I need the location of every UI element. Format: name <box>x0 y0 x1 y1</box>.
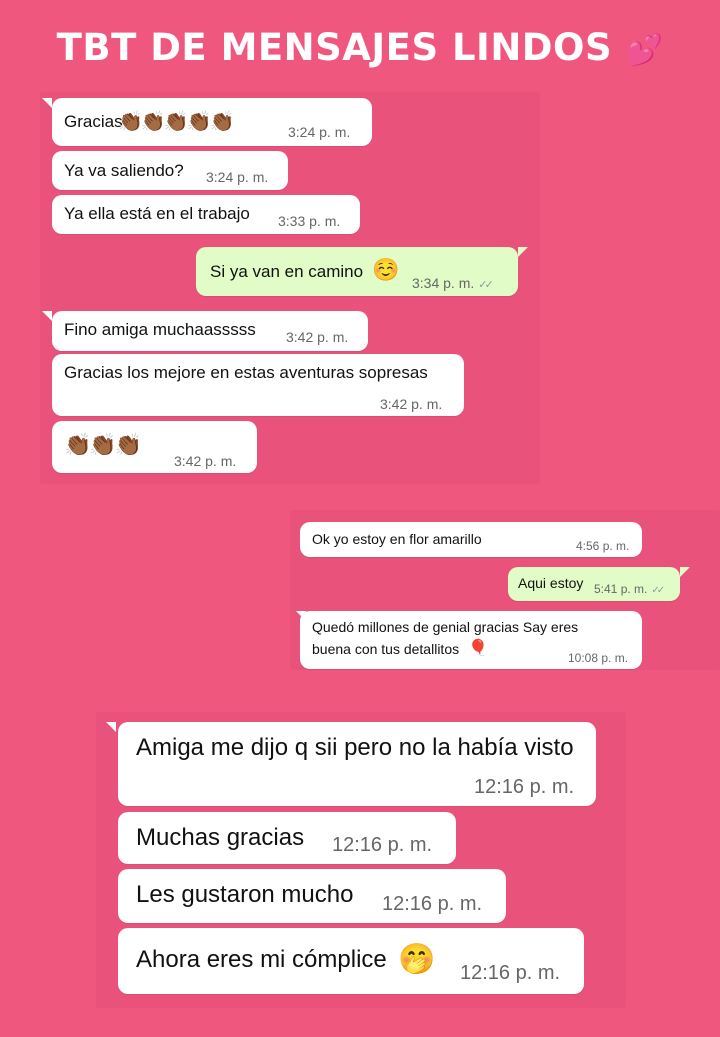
message-time: 3:34 p. m. ✓✓ <box>412 275 494 291</box>
message-time: 12:16 p. m. <box>474 776 575 798</box>
message-time: 4:56 p. m. <box>576 539 630 553</box>
message-bubble[interactable]: Aqui estoy 5:41 p. m. ✓✓ <box>508 567 680 601</box>
balloon-icon: 🎈 <box>468 638 488 657</box>
bubble-tail <box>518 247 528 257</box>
message-time-text: 3:34 p. m. <box>412 275 475 291</box>
message-time: 3:42 p. m. <box>380 396 443 412</box>
message-time: 12:16 p. m. <box>382 893 483 915</box>
message-time: 12:16 p. m. <box>332 834 433 856</box>
message-text: Ahora eres mi cómplice <box>136 946 387 973</box>
message-text: Ok yo estoy en flor amarillo <box>312 531 482 547</box>
message-text: Amiga me dijo q sii pero no la había vis… <box>136 734 574 761</box>
message-time: 12:16 p. m. <box>460 962 561 984</box>
message-time: 3:33 p. m. <box>278 213 341 229</box>
message-time: 3:42 p. m. <box>174 453 237 469</box>
clapping-hands-icon: 👏🏾👏🏾👏🏾 <box>64 433 142 458</box>
message-text-line1: Quedó millones de genial gracias Say ere… <box>312 619 579 635</box>
message-bubble[interactable]: Quedó millones de genial gracias Say ere… <box>300 611 642 669</box>
message-bubble[interactable]: Les gustaron mucho 12:16 p. m. <box>118 869 506 923</box>
message-text: Les gustaron mucho <box>136 881 354 908</box>
message-bubble[interactable]: Muchas gracias 12:16 p. m. <box>118 812 456 864</box>
message-bubble[interactable]: Ok yo estoy en flor amarillo 4:56 p. m. <box>300 522 642 557</box>
message-text-line2: buena con tus detallitos <box>312 641 460 657</box>
bubble-tail <box>42 98 52 108</box>
message-time: 3:24 p. m. <box>288 124 351 140</box>
message-bubble[interactable]: Ya va saliendo? 3:24 p. m. <box>52 151 288 190</box>
message-text: Si ya van en camino <box>210 262 364 281</box>
message-time: 3:24 p. m. <box>206 169 269 185</box>
message-bubble[interactable]: 👏🏾👏🏾👏🏾 3:42 p. m. <box>52 421 257 473</box>
double-check-icon: ✓✓ <box>478 279 494 291</box>
message-text: Ya ella está en el trabajo <box>64 204 250 223</box>
message-text: Aqui estoy <box>518 575 584 591</box>
message-bubble[interactable]: Gracias 👏🏾👏🏾👏🏾👏🏾👏🏾 3:24 p. m. <box>52 98 372 146</box>
message-bubble[interactable]: Si ya van en camino ☺️ 3:34 p. m. ✓✓ <box>196 247 518 296</box>
message-time-text: 5:41 p. m. <box>594 582 648 596</box>
message-text: Gracias <box>64 112 123 131</box>
message-time: 5:41 p. m. ✓✓ <box>594 582 665 596</box>
title-text: TBT DE MENSAJES LINDOS <box>56 26 613 69</box>
message-text: Gracias los mejore en estas aventuras so… <box>64 363 428 382</box>
two-hearts-icon: 💕 <box>625 33 664 68</box>
message-bubble[interactable]: Ahora eres mi cómplice 🤭 12:16 p. m. <box>118 928 584 994</box>
story-title: TBT DE MENSAJES LINDOS 💕 <box>0 26 720 69</box>
bubble-tail <box>42 311 52 321</box>
bubble-tail <box>106 722 116 732</box>
message-text: Muchas gracias <box>136 824 305 851</box>
clapping-hands-icon: 👏🏾👏🏾👏🏾👏🏾👏🏾 <box>118 109 235 133</box>
message-time: 3:42 p. m. <box>286 329 349 345</box>
face-with-hand-over-mouth-icon: 🤭 <box>398 942 436 977</box>
message-bubble[interactable]: Gracias los mejore en estas aventuras so… <box>52 354 464 416</box>
smiling-face-icon: ☺️ <box>372 258 400 283</box>
message-bubble[interactable]: Fino amiga muchaasssss 3:42 p. m. <box>52 311 368 351</box>
message-bubble[interactable]: Amiga me dijo q sii pero no la había vis… <box>118 722 596 806</box>
message-text: Fino amiga muchaasssss <box>64 320 256 339</box>
message-time: 10:08 p. m. <box>568 651 629 665</box>
double-check-icon: ✓✓ <box>651 585 665 596</box>
message-text: Ya va saliendo? <box>64 161 184 180</box>
message-bubble[interactable]: Ya ella está en el trabajo 3:33 p. m. <box>52 195 360 234</box>
bubble-tail <box>680 567 690 577</box>
